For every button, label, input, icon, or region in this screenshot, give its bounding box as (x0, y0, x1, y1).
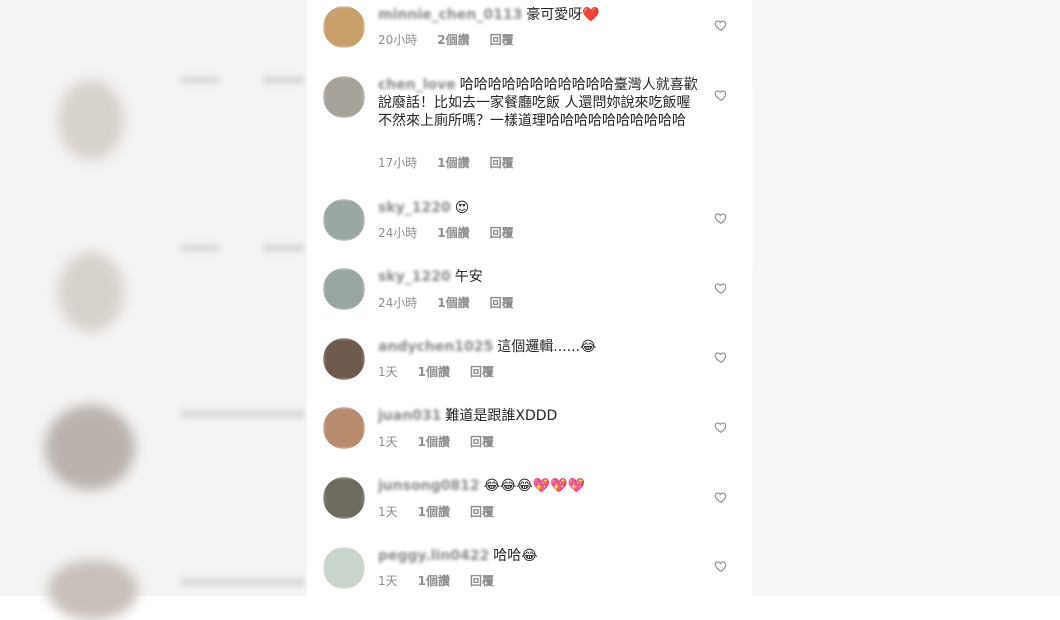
heart-outline-icon[interactable] (714, 419, 728, 433)
comment-text: 豪可愛呀❤️ (526, 7, 600, 23)
comment-username[interactable]: chen_love (378, 76, 456, 94)
avatar[interactable] (323, 268, 365, 310)
comment-username[interactable]: andychen1025 (378, 338, 493, 356)
reply-button[interactable]: 回覆 (490, 296, 514, 310)
comment-likes[interactable]: 1個讚 (418, 505, 450, 519)
comment-time: 24小時 (378, 226, 418, 240)
comment-username[interactable]: junsong0812 (378, 477, 480, 495)
comment-likes[interactable]: 1個讚 (418, 365, 450, 379)
comment-likes[interactable]: 1個讚 (418, 574, 450, 588)
reply-button[interactable]: 回覆 (470, 574, 494, 588)
comment-time: 24小時 (378, 296, 418, 310)
comment-text: 午安 (454, 269, 483, 285)
reply-button[interactable]: 回覆 (490, 156, 514, 170)
blurred-avatar (45, 405, 135, 490)
comment-username[interactable]: minnie_chen_0113 (378, 6, 522, 24)
comments-list: minnie_chen_0113 豪可愛呀❤️ 20小時 2個讚 回覆 chen_lo… (307, 0, 752, 596)
comment-likes[interactable]: 2個讚 (437, 33, 469, 47)
blurred-text (262, 76, 304, 84)
blurred-background-right (752, 0, 1060, 596)
heart-outline-icon[interactable] (714, 349, 728, 363)
blurred-text (180, 410, 305, 418)
comment-username[interactable]: sky_1220 (378, 199, 451, 217)
comment-time: 20小時 (378, 33, 418, 47)
avatar[interactable] (323, 477, 365, 519)
blurred-text (262, 244, 304, 252)
comment-text: 這個邏輯......😂 (497, 339, 597, 355)
avatar[interactable] (323, 407, 365, 449)
blurred-background-left (0, 0, 307, 620)
comment-time: 1天 (378, 365, 398, 379)
comment-time: 1天 (378, 505, 398, 519)
avatar[interactable] (323, 199, 365, 241)
comment-time: 1天 (378, 435, 398, 449)
blurred-avatar (48, 560, 138, 620)
avatar[interactable] (323, 338, 365, 380)
comment-likes[interactable]: 1個讚 (437, 156, 469, 170)
comment-likes[interactable]: 1個讚 (418, 435, 450, 449)
avatar[interactable] (323, 6, 365, 48)
avatar[interactable] (323, 547, 365, 589)
avatar[interactable] (323, 76, 365, 118)
comment-time: 17小時 (378, 156, 418, 170)
blurred-avatar (58, 252, 124, 332)
comment-text: 😂😂😂💖💖💖 (483, 478, 586, 494)
reply-button[interactable]: 回覆 (470, 435, 494, 449)
reply-button[interactable]: 回覆 (490, 33, 514, 47)
blurred-text (180, 244, 220, 252)
blurred-text (180, 76, 220, 84)
heart-outline-icon[interactable] (714, 87, 728, 101)
blurred-avatar (58, 80, 124, 160)
comment-username[interactable]: sky_1220 (378, 268, 451, 286)
comment-text: 哈哈😂 (493, 548, 538, 564)
comment-time: 1天 (378, 574, 398, 588)
comment-username[interactable]: peggy.lin0422 (378, 547, 489, 565)
reply-button[interactable]: 回覆 (470, 365, 494, 379)
heart-outline-icon[interactable] (714, 489, 728, 503)
blurred-text (180, 578, 305, 586)
comment-likes[interactable]: 1個讚 (437, 296, 469, 310)
heart-outline-icon[interactable] (714, 558, 728, 572)
heart-outline-icon[interactable] (714, 210, 728, 224)
heart-outline-icon[interactable] (714, 17, 728, 31)
comment-likes[interactable]: 1個讚 (437, 226, 469, 240)
heart-outline-icon[interactable] (714, 280, 728, 294)
comment-text: 難道是跟誰XDDD (445, 408, 558, 424)
reply-button[interactable]: 回覆 (470, 505, 494, 519)
comment-username[interactable]: juan031 (378, 407, 441, 425)
reply-button[interactable]: 回覆 (490, 226, 514, 240)
comment-text: 😍 (454, 200, 470, 216)
